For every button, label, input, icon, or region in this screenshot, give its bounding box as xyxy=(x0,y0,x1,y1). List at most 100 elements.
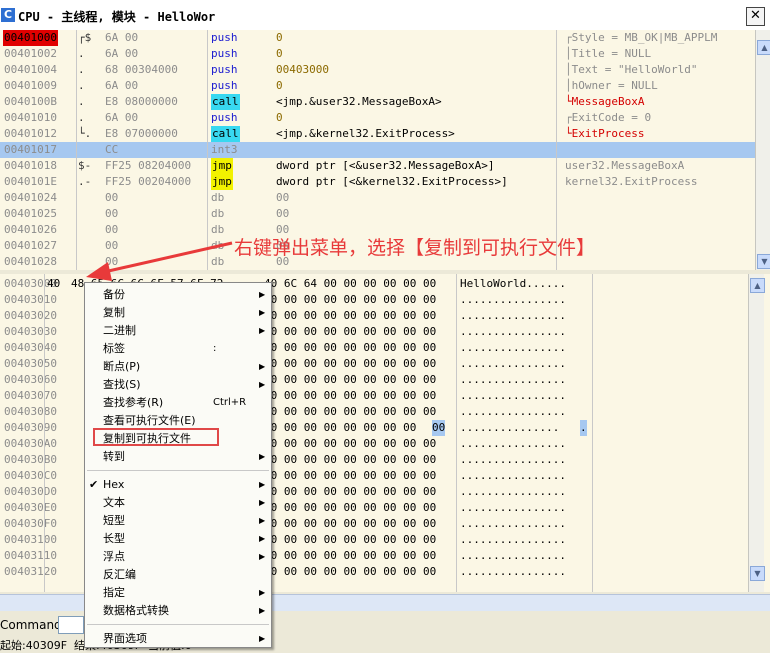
column-divider xyxy=(207,30,208,270)
menu-item[interactable]: 指定 ▶ xyxy=(85,584,271,602)
close-button[interactable]: ✕ xyxy=(746,7,765,26)
menu-item[interactable]: 查找参考(R) Ctrl+R xyxy=(85,394,271,412)
menu-item[interactable]: 长型 ▶ xyxy=(85,530,271,548)
menu-item[interactable]: 转到 ▶ xyxy=(85,448,271,466)
disasm-address: 00401017 xyxy=(4,143,57,156)
menu-item[interactable]: 反汇编 xyxy=(85,566,271,584)
highlight-box xyxy=(93,428,219,446)
disasm-comment: └ExitProcess xyxy=(565,127,645,140)
dump-ascii: ................ xyxy=(460,389,566,402)
disasm-row[interactable]: 00401000 ┌$ 6A 00 push 0 ┌Style = MB_OK|MB_AP… xyxy=(0,30,755,46)
dump-bytes: 00 00 00 00 00 00 00 00 00 xyxy=(264,501,437,514)
dump-ascii: ................ xyxy=(460,565,566,578)
menu-item-label: 查找参考(R) xyxy=(103,396,164,409)
dump-bytes: 00 00 00 00 00 00 00 00 00 xyxy=(264,405,437,418)
scroll-down-icon[interactable]: ▼ xyxy=(757,254,770,269)
disasm-hex: 6A 00 xyxy=(105,31,139,44)
cpu-window-icon: C xyxy=(1,8,15,22)
scroll-down-icon[interactable]: ▼ xyxy=(750,566,765,581)
menu-item[interactable]: 数据格式转换 ▶ xyxy=(85,602,271,620)
disasm-mnemonic: call xyxy=(211,126,240,142)
disasm-address: 00401000 xyxy=(3,30,58,46)
dump-ascii: ................ xyxy=(460,469,566,482)
dump-bytes: 00 00 00 00 00 00 00 00 00 xyxy=(264,325,437,338)
disasm-operand: 00403000 xyxy=(276,63,329,76)
dump-address: 004030B0 xyxy=(4,453,57,466)
menu-item[interactable]: 查找(S) ▶ xyxy=(85,376,271,394)
dump-bytes: 00 00 00 00 00 00 00 00 00 xyxy=(264,341,437,354)
dump-bytes: 00 00 00 00 00 00 00 00 00 xyxy=(264,437,437,450)
disasm-comment: │Title = NULL xyxy=(565,47,652,60)
disasm-scrollbar[interactable]: ▲ ▼ xyxy=(755,30,770,270)
submenu-arrow-icon: ▶ xyxy=(259,516,266,525)
disasm-hex: E8 08000000 xyxy=(105,95,178,108)
submenu-arrow-icon: ▶ xyxy=(259,480,266,489)
disasm-hex: CC xyxy=(105,143,119,156)
disasm-hex: 6A 00 xyxy=(105,47,139,60)
menu-shortcut: Ctrl+R xyxy=(213,397,247,408)
disasm-row[interactable]: 00401024 00 db 00 xyxy=(0,190,755,206)
disasm-row[interactable]: 0040101E .- FF25 00204000 jmp dword ptr [<&k… xyxy=(0,174,755,190)
disasm-branch: . xyxy=(78,95,85,108)
submenu-arrow-icon: ▶ xyxy=(259,308,266,317)
menu-item[interactable]: 文本 ▶ xyxy=(85,494,271,512)
dump-address: 00403070 xyxy=(4,389,57,402)
menu-item-label: 反汇编 xyxy=(103,568,136,581)
disasm-row[interactable]: 00401012 └. E8 07000000 call <jmp.&kernel32.… xyxy=(0,126,755,142)
disasm-address: 00401024 xyxy=(4,191,57,204)
disasm-mnemonic: push xyxy=(211,63,238,76)
scroll-up-icon[interactable]: ▲ xyxy=(750,278,765,293)
command-input[interactable] xyxy=(58,616,84,634)
dump-ascii: ................ xyxy=(460,549,566,562)
menu-item[interactable]: 二进制 ▶ xyxy=(85,322,271,340)
dump-address: 00403050 xyxy=(4,357,57,370)
disasm-branch: .- xyxy=(78,175,92,188)
dump-scrollbar[interactable]: ▲ ▼ xyxy=(748,274,765,592)
menu-item[interactable]: ✔ Hex ▶ xyxy=(85,476,271,494)
menu-item[interactable]: 界面选项 ▶ xyxy=(85,630,271,648)
scroll-up-icon[interactable]: ▲ xyxy=(757,40,770,55)
menu-item[interactable]: 浮点 ▶ xyxy=(85,548,271,566)
check-icon: ✔ xyxy=(89,478,99,491)
menu-item[interactable]: 标签: xyxy=(85,340,271,358)
disasm-hex: 00 xyxy=(105,239,119,252)
disasm-address: 00401002 xyxy=(4,47,57,60)
disasm-hex: 00 xyxy=(105,223,119,236)
disasm-row[interactable]: 0040100B. E8 08000000 call <jmp.&user32.Mes… xyxy=(0,94,755,110)
disasm-row[interactable]: 00401025 00 db 00 xyxy=(0,206,755,222)
disasm-row[interactable]: 00401017 CC int3 xyxy=(0,142,755,158)
disasm-mnemonic: db xyxy=(211,255,225,268)
submenu-arrow-icon: ▶ xyxy=(259,534,266,543)
disasm-address: 00401009 xyxy=(4,79,57,92)
disasm-row[interactable]: 00401009. 6A 00 push 0 │hOwner = NULL xyxy=(0,78,755,94)
column-divider xyxy=(76,30,77,270)
dump-address: 00403040 xyxy=(4,341,57,354)
disasm-operand: dword ptr [<&kernel32.ExitProcess>] xyxy=(276,175,508,188)
dump-address: 004030E0 xyxy=(4,501,57,514)
menu-item-label: 转到 xyxy=(103,450,125,463)
disasm-row[interactable]: 00401010. 6A 00 push 0 ┌ExitCode = 0 xyxy=(0,110,755,126)
dump-bytes: 00 00 00 00 00 00 00 00 00 xyxy=(264,357,437,370)
dump-ascii: ............... xyxy=(460,421,560,434)
menu-item[interactable]: 短型 ▶ xyxy=(85,512,271,530)
dump-ascii: ................ xyxy=(460,309,566,322)
disasm-comment: user32.MessageBoxA xyxy=(565,159,685,172)
disasm-row[interactable]: 00401018 $- FF25 08204000 jmp dword ptr [<&u… xyxy=(0,158,755,174)
disasm-mnemonic: push xyxy=(211,31,238,44)
dump-address: 00403080 xyxy=(4,405,57,418)
disasm-hex: FF25 00204000 xyxy=(105,175,192,188)
menu-item-label: 界面选项 xyxy=(103,632,147,645)
selected-byte[interactable]: 00 xyxy=(432,420,446,436)
menu-item[interactable]: 复制 ▶ xyxy=(85,304,271,322)
menu-item-label: 浮点 xyxy=(103,550,125,563)
disasm-address: 00401027 xyxy=(4,239,57,252)
menu-item[interactable]: 断点(P) ▶ xyxy=(85,358,271,376)
submenu-arrow-icon: ▶ xyxy=(259,380,266,389)
disasm-operand: <jmp.&kernel32.ExitProcess> xyxy=(276,127,455,140)
disasm-row[interactable]: 00401002. 6A 00 push 0 │Title = NULL xyxy=(0,46,755,62)
disasm-row[interactable]: 00401004. 68 00304000 push 00403000 │Text = … xyxy=(0,62,755,78)
menu-item[interactable]: 备份 ▶ xyxy=(85,286,271,304)
dump-bytes: 00 00 00 00 00 00 00 00 00 xyxy=(264,293,437,306)
disasm-comment: kernel32.ExitProcess xyxy=(565,175,698,188)
disasm-hex: 6A 00 xyxy=(105,79,139,92)
